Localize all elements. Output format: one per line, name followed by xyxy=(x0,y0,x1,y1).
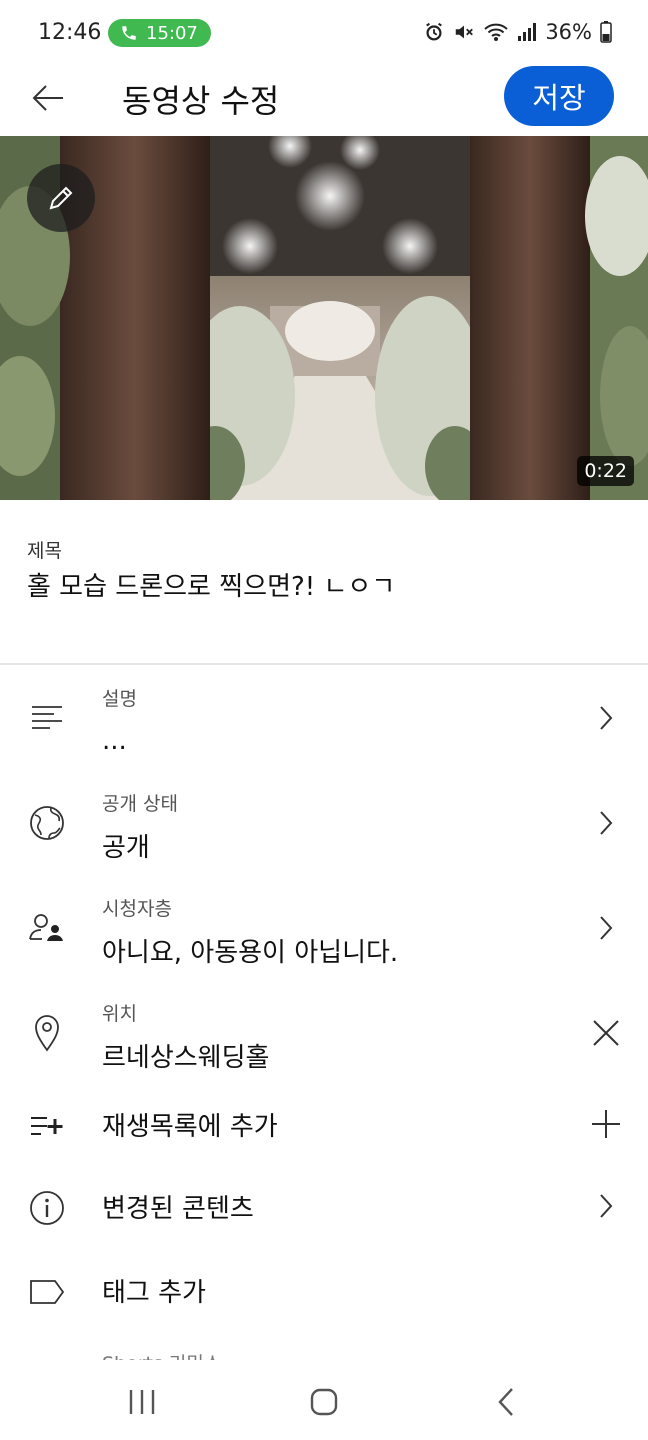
location-pin-icon xyxy=(27,1013,67,1053)
arrow-left-icon xyxy=(32,85,63,111)
row-location[interactable]: 위치 르네상스웨딩홀 xyxy=(0,995,648,1099)
row-value: 아니요, 아동용이 아닙니다. xyxy=(102,938,399,968)
description-icon xyxy=(27,698,67,738)
recents-button[interactable] xyxy=(120,1380,164,1424)
chevron-right-icon xyxy=(588,805,624,841)
row-label: 공개 상태 xyxy=(102,793,178,815)
close-icon xyxy=(593,1020,619,1046)
clear-location-button[interactable] xyxy=(588,1015,624,1051)
row-label: 위치 xyxy=(102,1003,137,1025)
status-icons: 36% xyxy=(423,20,612,44)
row-add-tags[interactable]: 태그 추가 xyxy=(0,1266,648,1350)
title-field-label: 제목 xyxy=(27,540,62,562)
video-duration: 0:22 xyxy=(577,456,634,486)
row-value: 공개 xyxy=(102,833,150,863)
info-icon xyxy=(27,1188,67,1228)
chevron-right-icon xyxy=(588,700,624,736)
battery-percent: 36% xyxy=(545,20,592,44)
playlist-add-icon xyxy=(27,1106,67,1146)
alarm-icon xyxy=(426,22,443,41)
battery-icon xyxy=(600,21,612,43)
row-visibility[interactable]: 공개 상태 공개 xyxy=(0,785,648,889)
signal-icon xyxy=(518,23,537,41)
row-label: 시청자층 xyxy=(102,898,172,920)
recents-icon xyxy=(129,1390,155,1414)
title-field-input[interactable]: 홀 모습 드론으로 찍으면?! ㄴㅇㄱ xyxy=(27,566,395,603)
call-timer: 15:07 xyxy=(146,22,198,44)
video-frame-image xyxy=(0,136,648,500)
row-value: 태그 추가 xyxy=(102,1278,206,1308)
edit-thumbnail-button[interactable] xyxy=(27,164,95,232)
home-button[interactable] xyxy=(302,1380,346,1424)
video-thumbnail[interactable]: 0:22 xyxy=(0,136,648,500)
wifi-icon xyxy=(484,23,508,41)
row-value: 르네상스웨딩홀 xyxy=(102,1043,270,1073)
system-nav-bar xyxy=(0,1360,648,1440)
audience-icon xyxy=(27,908,67,948)
chevron-right-icon xyxy=(588,910,624,946)
nav-back-button[interactable] xyxy=(484,1380,528,1424)
status-time: 12:46 xyxy=(38,20,102,45)
chevron-right-icon xyxy=(588,1188,624,1224)
row-value: 변경된 콘텐츠 xyxy=(102,1194,254,1224)
save-button[interactable]: 저장 xyxy=(504,66,614,126)
pencil-icon xyxy=(49,186,73,210)
call-indicator[interactable]: 15:07 xyxy=(108,19,211,47)
back-button[interactable] xyxy=(28,78,68,118)
status-bar: 12:46 15:07 36% xyxy=(0,0,648,66)
row-label-partial: Shorts 리믹스 xyxy=(102,1351,221,1360)
home-icon xyxy=(310,1388,338,1416)
row-changed-content[interactable]: 변경된 콘텐츠 xyxy=(0,1180,648,1264)
mute-icon xyxy=(456,25,474,39)
phone-icon xyxy=(122,26,136,40)
divider xyxy=(0,663,648,665)
row-value: 재생목록에 추가 xyxy=(102,1112,278,1142)
page-title: 동영상 수정 xyxy=(122,82,280,120)
tag-icon xyxy=(27,1272,67,1312)
row-description[interactable]: 설명 ... xyxy=(0,680,648,784)
row-add-to-playlist[interactable]: 재생목록에 추가 xyxy=(0,1100,648,1180)
app-bar: 동영상 수정 저장 xyxy=(0,66,648,136)
globe-icon xyxy=(27,803,67,843)
plus-icon xyxy=(588,1106,624,1142)
row-value: ... xyxy=(102,726,127,756)
row-audience[interactable]: 시청자층 아니요, 아동용이 아닙니다. xyxy=(0,890,648,994)
row-label: 설명 xyxy=(102,688,137,710)
back-icon xyxy=(498,1388,513,1416)
